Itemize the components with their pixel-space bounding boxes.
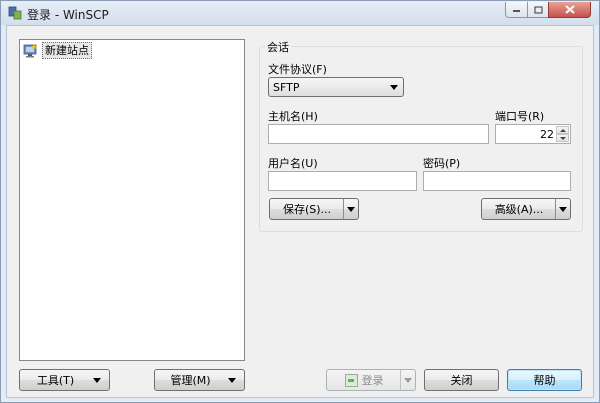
- close-button[interactable]: 关闭: [424, 369, 499, 391]
- save-dropdown-toggle[interactable]: [343, 199, 358, 219]
- title-bar[interactable]: 登录 - WinSCP: [1, 1, 599, 25]
- advanced-dropdown-toggle[interactable]: [555, 199, 570, 219]
- chevron-down-icon: [559, 206, 567, 212]
- close-button-label: 关闭: [450, 374, 473, 387]
- chevron-down-icon: [390, 85, 398, 90]
- chevron-down-icon: [228, 378, 236, 383]
- password-label: 密码(P): [423, 157, 461, 170]
- port-label: 端口号(R): [495, 110, 545, 123]
- manage-button-label: 管理(M): [170, 374, 211, 387]
- login-button-label: 登录: [361, 374, 384, 387]
- window-title: 登录 - WinSCP: [27, 8, 109, 22]
- close-icon: [564, 5, 575, 14]
- login-dropdown-toggle[interactable]: [400, 370, 415, 390]
- port-spinner[interactable]: 22: [495, 124, 571, 144]
- spin-down-button[interactable]: [556, 134, 569, 142]
- protocol-label: 文件协议(F): [268, 63, 327, 76]
- new-site-monitor-icon: [23, 43, 37, 57]
- port-spin-arrows[interactable]: [556, 126, 569, 142]
- protocol-select[interactable]: SFTP: [268, 77, 404, 97]
- tools-button-label: 工具(T): [36, 374, 75, 387]
- host-label: 主机名(H): [268, 110, 318, 123]
- advanced-button-label: 高级(A)...: [494, 203, 544, 216]
- host-input[interactable]: [268, 124, 489, 144]
- chevron-down-icon: [347, 206, 355, 212]
- manage-button[interactable]: 管理(M): [154, 369, 245, 391]
- tree-item-label: 新建站点: [42, 42, 92, 59]
- password-input[interactable]: [423, 171, 571, 191]
- maximize-icon: [533, 5, 543, 14]
- save-button-label: 保存(S)...: [282, 203, 332, 216]
- maximize-button[interactable]: [527, 2, 549, 18]
- help-button-label: 帮助: [533, 374, 556, 387]
- port-value: 22: [540, 128, 554, 141]
- winscp-app-icon: [8, 6, 22, 20]
- spin-down-icon: [559, 136, 566, 140]
- advanced-button[interactable]: 高级(A)...: [481, 198, 571, 220]
- login-window: 登录 - WinSCP 新建站点 会话 文件协议(F) SFTP 主机名(H) …: [0, 0, 600, 403]
- chevron-down-icon: [404, 377, 412, 383]
- session-group-title: 会话: [265, 39, 291, 55]
- tools-button[interactable]: 工具(T): [19, 369, 110, 391]
- dialog-client-area: 新建站点 会话 文件协议(F) SFTP 主机名(H) 端口号(R) 22 用户…: [6, 25, 594, 398]
- spin-up-button[interactable]: [556, 126, 569, 134]
- tree-item-new-site[interactable]: 新建站点: [23, 42, 92, 59]
- minimize-button[interactable]: [505, 2, 528, 18]
- user-label: 用户名(U): [268, 157, 318, 170]
- help-button[interactable]: 帮助: [507, 369, 582, 391]
- chevron-down-icon: [93, 378, 101, 383]
- minimize-icon: [513, 9, 520, 12]
- login-button[interactable]: 登录: [326, 369, 416, 391]
- protocol-select-value: SFTP: [273, 80, 300, 94]
- save-button[interactable]: 保存(S)...: [269, 198, 359, 220]
- spin-up-icon: [559, 128, 566, 132]
- close-window-button[interactable]: [548, 2, 591, 18]
- username-input[interactable]: [268, 171, 417, 191]
- login-icon: [344, 373, 358, 387]
- site-tree[interactable]: 新建站点: [19, 39, 245, 361]
